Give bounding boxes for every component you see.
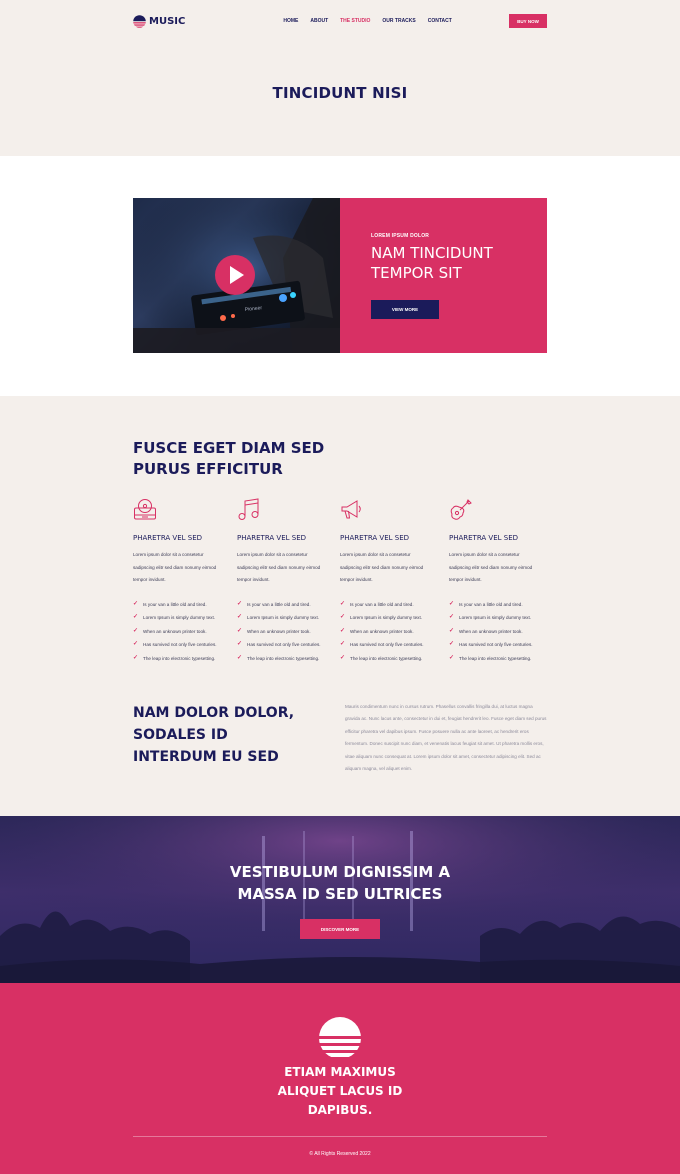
service-text: Lorem ipsum dolor sit a consetetur sadip…: [237, 552, 321, 582]
checklist-item: When an unknown printer took.: [449, 625, 545, 639]
footer-title-text: ETIAM MAXIMUS ALIQUET LACUS ID DAPIBUS.: [277, 1065, 403, 1117]
about-paragraph: Mauris condimentum nunc in cursus rutrum…: [345, 704, 547, 772]
service-column: PHARETRA VEL SED Lorem ipsum dolor sit a…: [340, 498, 436, 665]
service-column: PHARETRA VEL SED Lorem ipsum dolor sit a…: [133, 498, 229, 665]
vinyl-record-player-icon: [133, 498, 229, 522]
checklist-item: Is your van a little old and tired.: [237, 598, 333, 612]
service-checklist: Is your van a little old and tired. Lore…: [340, 598, 436, 666]
service-title: PHARETRA VEL SED: [340, 534, 410, 542]
nav-item-contact[interactable]: CONTACT: [428, 18, 452, 24]
checklist-item: Has survived not only five centuries.: [237, 638, 333, 652]
navbar: MUSIC HOME ABOUT THE STUDIO OUR TRACKS C…: [133, 12, 547, 30]
service-title: PHARETRA VEL SED: [237, 534, 307, 542]
view-more-button[interactable]: VIEW MORE: [371, 300, 439, 319]
footer: ETIAM MAXIMUS ALIQUET LACUS ID DAPIBUS. …: [0, 983, 680, 1174]
feature-card: LOREM IPSUM DOLOR NAM TINCIDUNT TEMPOR S…: [340, 198, 547, 353]
checklist-item: When an unknown printer took.: [133, 625, 229, 639]
checklist-item: Lorem Ipsum is simply dummy text.: [340, 611, 436, 625]
service-title: PHARETRA VEL SED: [449, 534, 519, 542]
feature-heading: NAM TINCIDUNT TEMPOR SIT: [371, 244, 493, 282]
about-title: NAM DOLOR DOLOR, SODALES ID INTERDUM EU …: [133, 705, 295, 765]
checklist-item: The leap into electronic typesetting.: [340, 652, 436, 666]
service-text: Lorem ipsum dolor sit a consetetur sadip…: [133, 552, 217, 582]
service-column: PHARETRA VEL SED Lorem ipsum dolor sit a…: [237, 498, 333, 665]
sunset-logo-icon: [319, 1017, 361, 1057]
play-button[interactable]: [215, 255, 255, 295]
play-icon: [230, 266, 244, 284]
nav-item-home[interactable]: HOME: [283, 18, 298, 24]
checklist-item: Is your van a little old and tired.: [449, 598, 545, 612]
checklist-item: When an unknown printer took.: [340, 625, 436, 639]
logo[interactable]: MUSIC: [133, 14, 186, 28]
checklist-item: The leap into electronic typesetting.: [133, 652, 229, 666]
checklist-item: Has survived not only five centuries.: [449, 638, 545, 652]
footer-divider: [133, 1136, 547, 1137]
nav-menu: HOME ABOUT THE STUDIO OUR TRACKS CONTACT: [283, 18, 451, 24]
service-checklist: Is your van a little old and tired. Lore…: [133, 598, 229, 666]
brand-name: MUSIC: [149, 15, 186, 27]
nav-item-our-tracks[interactable]: OUR TRACKS: [382, 18, 415, 24]
discover-more-button[interactable]: DISCOVER MORE: [300, 919, 380, 939]
service-text: Lorem ipsum dolor sit a consetetur sadip…: [449, 552, 533, 582]
buy-now-button[interactable]: BUY NOW: [509, 14, 547, 28]
checklist-item: Lorem Ipsum is simply dummy text.: [237, 611, 333, 625]
checklist-item: Lorem Ipsum is simply dummy text.: [133, 611, 229, 625]
concert-title-text: VESTIBULUM DIGNISSIM A MASSA ID SED ULTR…: [229, 863, 451, 903]
checklist-item: When an unknown printer took.: [237, 625, 333, 639]
checklist-item: Is your van a little old and tired.: [133, 598, 229, 612]
checklist-item: The leap into electronic typesetting.: [237, 652, 333, 666]
service-checklist: Is your van a little old and tired. Lore…: [449, 598, 545, 666]
copyright: © All Rights Reserved 2022: [309, 1151, 371, 1157]
dj-video-thumbnail[interactable]: Pioneer: [133, 198, 340, 353]
nav-item-the-studio[interactable]: THE STUDIO: [340, 18, 370, 24]
checklist-item: Has survived not only five centuries.: [340, 638, 436, 652]
concert-banner: VESTIBULUM DIGNISSIM A MASSA ID SED ULTR…: [0, 816, 680, 983]
footer-title: ETIAM MAXIMUS ALIQUET LACUS ID DAPIBUS.: [0, 1063, 680, 1120]
nav-item-about[interactable]: ABOUT: [310, 18, 328, 24]
checklist-item: Is your van a little old and tired.: [340, 598, 436, 612]
checklist-item: The leap into electronic typesetting.: [449, 652, 545, 666]
services-title: FUSCE EGET DIAM SED PURUS EFFICITUR: [133, 439, 325, 478]
checklist-item: Lorem Ipsum is simply dummy text.: [449, 611, 545, 625]
megaphone-icon: [340, 498, 436, 522]
feature-kicker: LOREM IPSUM DOLOR: [371, 233, 430, 239]
services-section: FUSCE EGET DIAM SED PURUS EFFICITUR PHAR…: [0, 396, 680, 816]
service-title: PHARETRA VEL SED: [133, 534, 203, 542]
service-column: PHARETRA VEL SED Lorem ipsum dolor sit a…: [449, 498, 545, 665]
page-title: TINCIDUNT NISI: [272, 84, 408, 102]
feature-section: Pioneer LOREM IPSUM DOLOR NAM TINCIDUNT …: [0, 156, 680, 396]
concert-title: VESTIBULUM DIGNISSIM A MASSA ID SED ULTR…: [0, 861, 680, 905]
music-note-icon: [237, 498, 333, 522]
service-checklist: Is your van a little old and tired. Lore…: [237, 598, 333, 666]
guitar-icon: [449, 498, 545, 522]
checklist-item: Has survived not only five centuries.: [133, 638, 229, 652]
sunset-logo-icon: [133, 14, 146, 28]
hero-section: MUSIC HOME ABOUT THE STUDIO OUR TRACKS C…: [0, 0, 680, 156]
service-text: Lorem ipsum dolor sit a consetetur sadip…: [340, 552, 424, 582]
